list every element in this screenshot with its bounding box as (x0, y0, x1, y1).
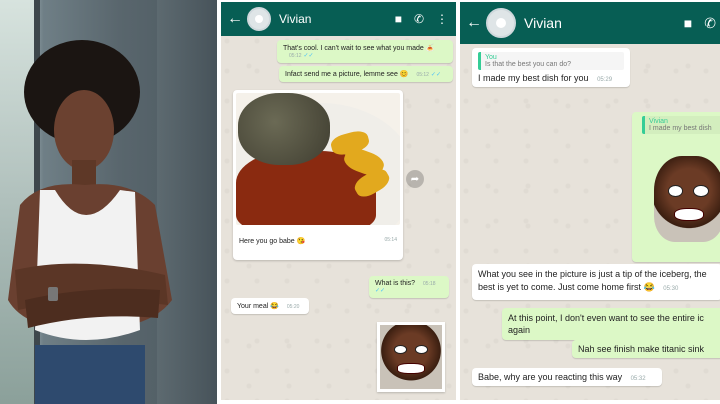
meme-image[interactable] (654, 156, 720, 242)
chat-header: ← Vivian ■ ✆ ⋮ (221, 2, 456, 36)
message-out[interactable]: What is this? 05:18 ✓✓ (369, 276, 449, 298)
chat-screen-right: ← Vivian ■ ✆ You Is that the best you ca… (460, 2, 720, 400)
food-image[interactable] (236, 93, 400, 225)
read-tick-icon: ✓✓ (430, 72, 441, 78)
woman-photo (0, 0, 217, 404)
composite-image: ← Vivian ■ ✆ ⋮ That's cool. I can't wait… (0, 0, 720, 404)
message-in[interactable]: Babe, why are you reacting this way 05:3… (472, 368, 662, 386)
message-out[interactable]: Infact send me a picture, lemme see 😊 05… (279, 66, 453, 82)
video-call-icon[interactable]: ■ (684, 15, 692, 31)
woman-figure (8, 40, 172, 404)
video-call-icon[interactable]: ■ (395, 12, 402, 26)
chat-screen-left: ← Vivian ■ ✆ ⋮ That's cool. I can't wait… (221, 2, 456, 400)
back-arrow-icon[interactable]: ← (466, 14, 482, 32)
contact-name[interactable]: Vivian (524, 15, 684, 31)
message-out[interactable]: That's cool. I can't wait to see what yo… (277, 40, 453, 63)
message-out[interactable]: At this point, I don't even want to see … (502, 308, 720, 340)
contact-name[interactable]: Vivian (279, 12, 395, 26)
meme-face-image (654, 156, 720, 242)
quoted-message[interactable]: You Is that the best you can do? (478, 52, 624, 70)
share-icon[interactable]: ➦ (406, 170, 424, 188)
read-tick-icon: ✓✓ (303, 53, 314, 59)
food-photo-message[interactable]: Here you go babe 😘 05:14 (233, 90, 403, 260)
message-in[interactable]: What you see in the picture is just a ti… (472, 264, 720, 300)
message-in[interactable]: You Is that the best you can do? I made … (472, 48, 630, 87)
message-in[interactable]: Your meal 😂 05:20 (231, 298, 309, 314)
chat-header: ← Vivian ■ ✆ (460, 2, 720, 44)
contact-avatar[interactable] (247, 7, 271, 31)
meme-face-image (380, 325, 442, 389)
caption: Here you go babe 😘 05:14 (239, 237, 397, 245)
back-arrow-icon[interactable]: ← (227, 10, 243, 28)
more-vert-icon[interactable]: ⋮ (436, 12, 448, 26)
contact-avatar[interactable] (486, 8, 516, 38)
phone-icon[interactable]: ✆ (414, 12, 424, 26)
read-tick-icon: ✓✓ (375, 288, 386, 294)
message-out[interactable]: Nah see finish make titanic sink (572, 340, 720, 358)
quoted-message[interactable]: Vivian I made my best dish (642, 116, 720, 134)
phone-icon[interactable]: ✆ (704, 15, 716, 32)
message-out[interactable]: Vivian I made my best dish (632, 112, 720, 262)
meme-image-message[interactable] (377, 322, 445, 392)
